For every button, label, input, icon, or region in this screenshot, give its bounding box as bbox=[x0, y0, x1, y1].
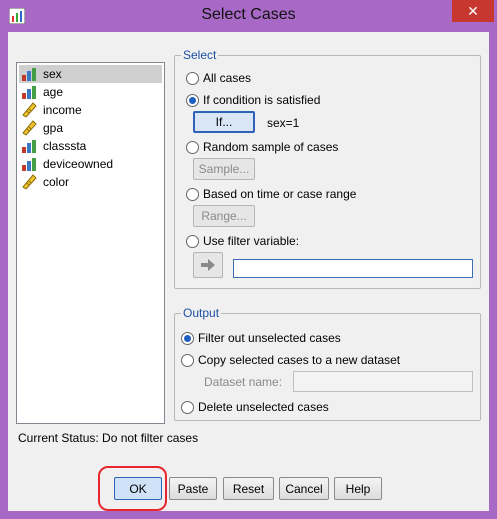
scale-variable-icon bbox=[22, 174, 37, 190]
nominal-variable-icon bbox=[22, 158, 36, 171]
variable-name: classsta bbox=[43, 139, 87, 153]
variable-name: sex bbox=[43, 67, 62, 81]
select-cases-window: Select Cases ✕ sex age income gpa classs… bbox=[0, 0, 497, 519]
random-sample-radio[interactable]: Random sample of cases bbox=[186, 139, 338, 155]
dataset-name-field[interactable] bbox=[293, 371, 473, 392]
radio-dot bbox=[181, 400, 194, 414]
select-group: Select All cases If condition is satisfi… bbox=[174, 48, 481, 289]
radio-dot bbox=[186, 187, 199, 201]
select-group-title: Select bbox=[181, 48, 219, 62]
copy-dataset-label: Copy selected cases to a new dataset bbox=[198, 353, 401, 367]
variable-item-deviceowned[interactable]: deviceowned bbox=[19, 155, 162, 173]
variable-item-age[interactable]: age bbox=[19, 83, 162, 101]
current-status: Current Status: Do not filter cases bbox=[18, 431, 199, 445]
dataset-name-label: Dataset name: bbox=[204, 375, 283, 389]
output-group-title: Output bbox=[181, 306, 222, 320]
if-condition-label: If condition is satisfied bbox=[203, 93, 321, 107]
filter-variable-field[interactable] bbox=[233, 259, 473, 278]
variable-name: age bbox=[43, 85, 64, 99]
radio-dot bbox=[186, 71, 199, 85]
cancel-button[interactable]: Cancel bbox=[279, 477, 329, 500]
nominal-variable-icon bbox=[22, 140, 36, 153]
close-button[interactable]: ✕ bbox=[452, 0, 494, 22]
time-range-label: Based on time or case range bbox=[203, 187, 357, 201]
variable-item-sex[interactable]: sex bbox=[19, 65, 162, 83]
radio-dot bbox=[186, 140, 199, 154]
variable-name: income bbox=[43, 103, 82, 117]
random-sample-label: Random sample of cases bbox=[203, 140, 339, 154]
variable-name: gpa bbox=[43, 121, 64, 135]
filter-variable-label: Use filter variable: bbox=[203, 234, 300, 248]
radio-dot-selected bbox=[186, 93, 199, 107]
variable-name: color bbox=[43, 175, 70, 189]
nominal-variable-icon bbox=[22, 86, 36, 99]
if-button[interactable]: If... bbox=[193, 111, 255, 133]
arrow-right-icon bbox=[201, 259, 215, 271]
copy-dataset-radio[interactable]: Copy selected cases to a new dataset bbox=[181, 352, 400, 368]
radio-dot-selected bbox=[181, 331, 194, 345]
ok-button[interactable]: OK bbox=[114, 477, 162, 500]
variable-list[interactable]: sex age income gpa classsta deviceowned … bbox=[16, 62, 165, 424]
radio-dot bbox=[186, 234, 199, 248]
variable-item-color[interactable]: color bbox=[19, 173, 162, 191]
help-button[interactable]: Help bbox=[334, 477, 382, 500]
variable-item-gpa[interactable]: gpa bbox=[19, 119, 162, 137]
variable-item-classsta[interactable]: classsta bbox=[19, 137, 162, 155]
sample-button[interactable]: Sample... bbox=[193, 158, 255, 180]
range-button[interactable]: Range... bbox=[193, 205, 255, 227]
dialog-client-area: sex age income gpa classsta deviceowned … bbox=[8, 32, 489, 511]
title-bar[interactable]: Select Cases ✕ bbox=[0, 0, 497, 32]
filter-out-radio[interactable]: Filter out unselected cases bbox=[181, 330, 341, 346]
paste-button[interactable]: Paste bbox=[169, 477, 217, 500]
delete-cases-label: Delete unselected cases bbox=[198, 400, 329, 414]
reset-button[interactable]: Reset bbox=[223, 477, 274, 500]
filter-out-label: Filter out unselected cases bbox=[198, 331, 341, 345]
filter-variable-radio[interactable]: Use filter variable: bbox=[186, 233, 299, 249]
all-cases-label: All cases bbox=[203, 71, 252, 85]
condition-text: sex=1 bbox=[267, 116, 300, 130]
if-condition-radio[interactable]: If condition is satisfied bbox=[186, 92, 320, 108]
time-range-radio[interactable]: Based on time or case range bbox=[186, 186, 356, 202]
window-title: Select Cases bbox=[201, 6, 296, 23]
delete-cases-radio[interactable]: Delete unselected cases bbox=[181, 399, 329, 415]
close-icon: ✕ bbox=[467, 2, 479, 19]
scale-variable-icon bbox=[22, 102, 37, 118]
all-cases-radio[interactable]: All cases bbox=[186, 70, 251, 86]
radio-dot bbox=[181, 353, 194, 367]
output-group: Output Filter out unselected cases Copy … bbox=[174, 306, 481, 421]
nominal-variable-icon bbox=[22, 68, 36, 81]
move-variable-button[interactable] bbox=[193, 252, 223, 278]
variable-item-income[interactable]: income bbox=[19, 101, 162, 119]
variable-name: deviceowned bbox=[43, 157, 114, 171]
scale-variable-icon bbox=[22, 120, 37, 136]
